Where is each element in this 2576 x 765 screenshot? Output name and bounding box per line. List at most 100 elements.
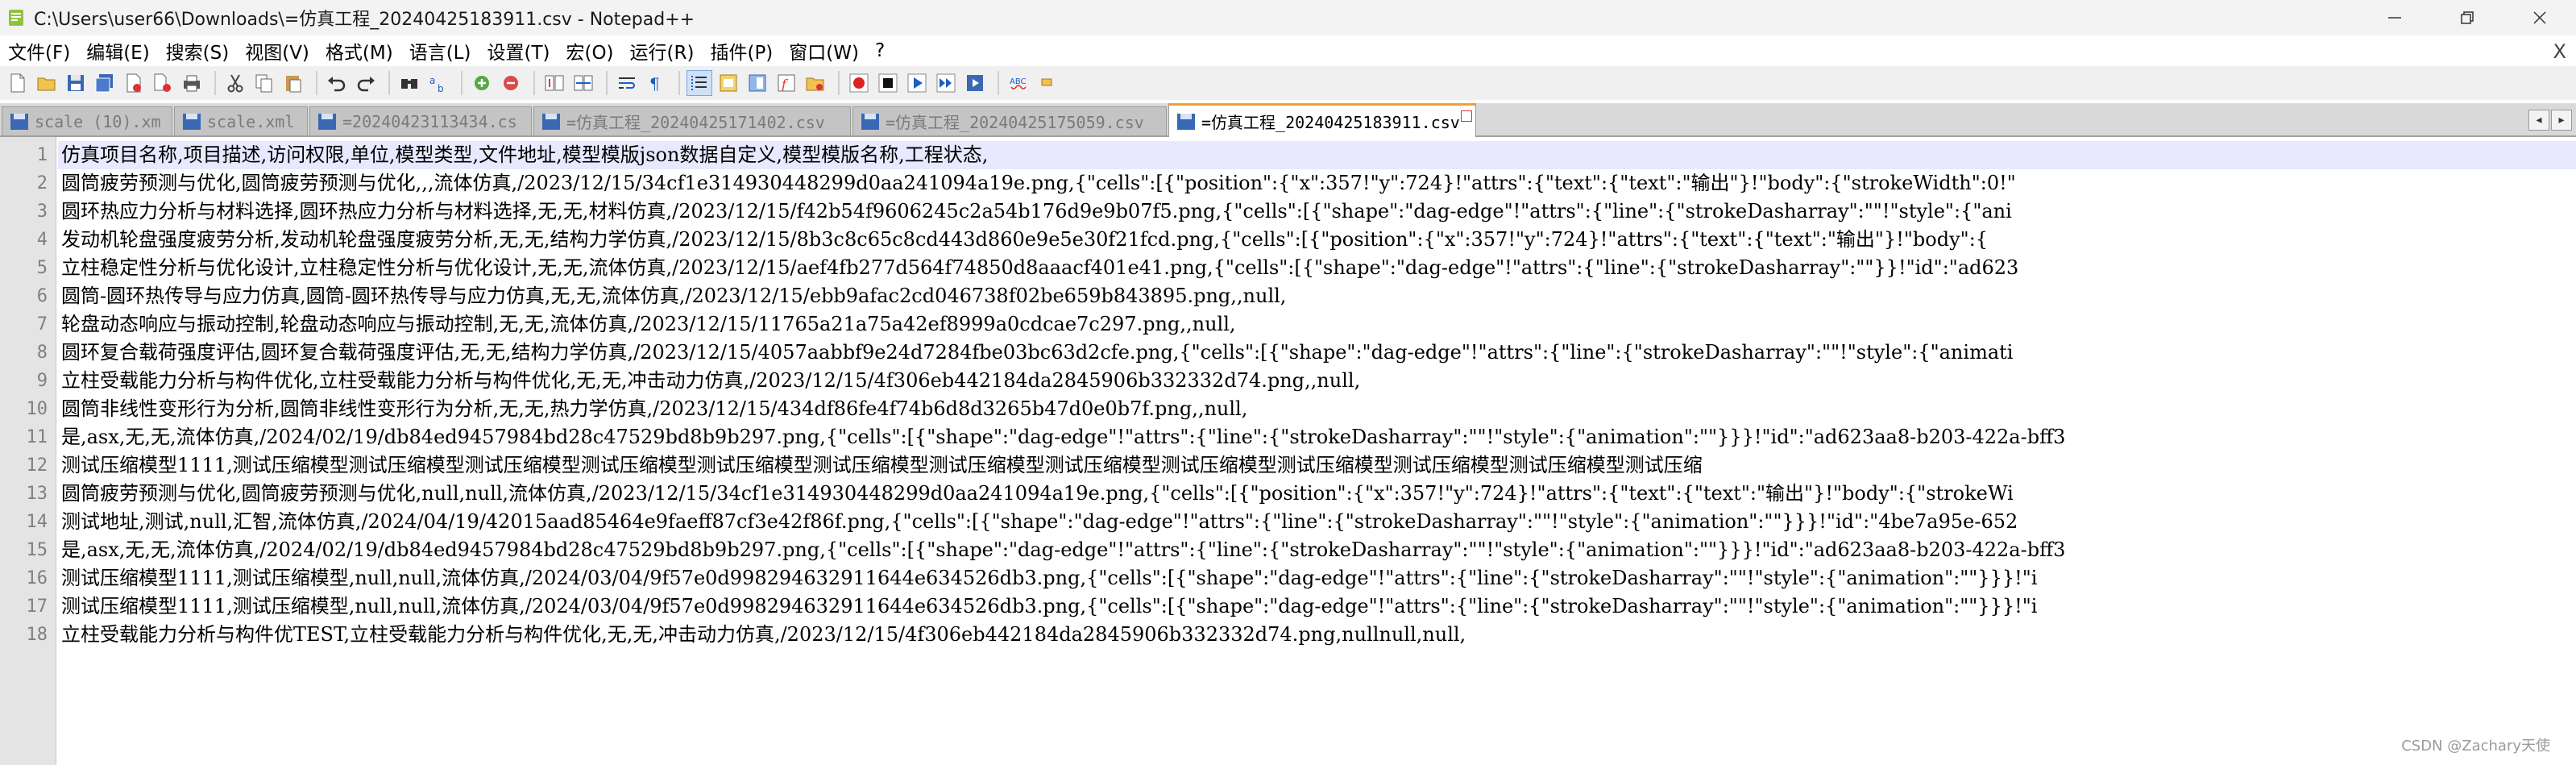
text-line[interactable]: 仿真项目名称,项目描述,访问权限,单位,模型类型,文件地址,模型模版json数据…	[58, 141, 2576, 169]
menu-edit[interactable]: 编辑(E)	[78, 37, 157, 64]
word-wrap-icon[interactable]	[614, 70, 640, 96]
menu-file[interactable]: 文件(F)	[0, 37, 78, 64]
tab-20240423113434[interactable]: =20240423113434.cs	[309, 106, 532, 135]
tab-simulation-175059[interactable]: =仿真工程_20240425175059.csv	[852, 106, 1167, 135]
tab-simulation-183911[interactable]: =仿真工程_20240425183911.csv	[1168, 103, 1476, 137]
tab-bar: scale (10).xm scale.xml =20240423113434.…	[0, 103, 2576, 137]
tab-scale[interactable]: scale.xml	[174, 106, 308, 135]
open-file-icon[interactable]	[34, 70, 60, 96]
line-number: 11	[26, 427, 48, 447]
close-icon	[2533, 11, 2546, 24]
save-all-icon[interactable]	[92, 70, 118, 96]
find-icon[interactable]	[396, 70, 422, 96]
saved-file-icon	[1176, 112, 1197, 131]
editor[interactable]: 1 2 3 4 5 6 7 8 9 10 11 12 13 14 15 16 17 18 仿真项目名称,项目描述,…	[0, 137, 2576, 765]
menu-search[interactable]: 搜索(S)	[158, 37, 238, 64]
udl-icon[interactable]	[716, 70, 741, 96]
tab-scale-10[interactable]: scale (10).xm	[2, 106, 172, 135]
saved-file-icon	[541, 112, 562, 131]
tab-simulation-171402[interactable]: =仿真工程_20240425171402.csv	[533, 106, 851, 135]
save-icon[interactable]	[63, 70, 89, 96]
tab-scroll-left-button[interactable]: ◂	[2528, 110, 2549, 131]
text-line[interactable]: 圆环热应力分析与材料选择,圆环热应力分析与材料选择,无,无,材料仿真,/2023…	[58, 197, 2012, 226]
sync-vertical-icon[interactable]	[541, 70, 567, 96]
close-tab-icon[interactable]	[1461, 110, 1472, 122]
text-line[interactable]: 测试压缩模型1111,测试压缩模型,null,null,流体仿真,/2024/0…	[58, 592, 2037, 621]
watermark: CSDN @Zachary天使	[2401, 738, 2550, 755]
menu-bar: 文件(F) 编辑(E) 搜索(S) 视图(V) 格式(M) 语言(L) 设置(T…	[0, 35, 2576, 66]
restore-button[interactable]	[2431, 0, 2503, 35]
close-all-icon[interactable]	[150, 70, 176, 96]
folder-workspace-icon[interactable]	[803, 70, 828, 96]
save-macro-icon[interactable]	[962, 70, 988, 96]
tab-scroll-right-button[interactable]: ▸	[2551, 110, 2572, 131]
text-line[interactable]: 测试地址,测试,null,汇智,流体仿真,/2024/04/19/42015aa…	[58, 508, 2018, 536]
minimize-icon	[2388, 17, 2401, 19]
line-number: 6	[36, 286, 48, 306]
print-icon[interactable]	[179, 70, 205, 96]
text-line[interactable]: 圆筒疲劳预测与优化,圆筒疲劳预测与优化,,,流体仿真,/2023/12/15/3…	[58, 169, 2016, 197]
text-line[interactable]: 测试压缩模型1111,测试压缩模型测试压缩模型测试压缩模型测试压缩模型测试压缩模…	[58, 451, 1703, 480]
text-line[interactable]: 轮盘动态响应与振动控制,轮盘动态响应与振动控制,无,无,流体仿真,/2023/1…	[58, 310, 1236, 339]
text-line[interactable]: 立柱稳定性分析与优化设计,立柱稳定性分析与优化设计,无,无,流体仿真,/2023…	[58, 254, 2018, 282]
close-document-button[interactable]: X	[2553, 40, 2566, 63]
text-line[interactable]: 圆筒疲劳预测与优化,圆筒疲劳预测与优化,null,null,流体仿真,/2023…	[58, 480, 2014, 508]
menu-language[interactable]: 语言(L)	[401, 37, 479, 64]
text-line[interactable]: 立柱受载能力分析与构件优化,立柱受载能力分析与构件优化,无,无,冲击动力仿真,/…	[58, 367, 1360, 395]
line-number: 12	[26, 455, 48, 476]
doc-map-icon[interactable]	[745, 70, 770, 96]
menu-run[interactable]: 运行(R)	[622, 37, 703, 64]
misc-icon[interactable]	[1035, 70, 1060, 96]
menu-plugins[interactable]: 插件(P)	[702, 37, 781, 64]
text-content[interactable]: 仿真项目名称,项目描述,访问权限,单位,模型类型,文件地址,模型模版json数据…	[58, 137, 2576, 765]
spellcheck-icon[interactable]: ABC	[1006, 70, 1031, 96]
new-file-icon[interactable]	[5, 70, 31, 96]
menu-format[interactable]: 格式(M)	[317, 37, 401, 64]
line-number: 17	[26, 597, 48, 617]
replace-icon[interactable]: ab	[425, 70, 451, 96]
text-line[interactable]: 发动机轮盘强度疲劳分析,发动机轮盘强度疲劳分析,无,无,结构力学仿真,/2023…	[58, 226, 1988, 254]
line-number: 3	[36, 202, 48, 222]
toolbar-separator	[838, 71, 840, 95]
close-window-button[interactable]	[2503, 0, 2576, 35]
text-line[interactable]: 立柱受载能力分析与构件优TEST,立柱受载能力分析与构件优化,无,无,冲击动力仿…	[58, 621, 1466, 649]
close-icon[interactable]	[121, 70, 147, 96]
toolbar-separator	[998, 71, 999, 95]
sync-horizontal-icon[interactable]	[570, 70, 596, 96]
function-list-icon[interactable]: f	[774, 70, 799, 96]
line-number: 2	[36, 173, 48, 193]
minimize-button[interactable]	[2358, 0, 2431, 35]
show-all-chars-icon[interactable]: ¶	[643, 70, 669, 96]
line-number: 18	[26, 625, 48, 645]
stop-record-icon[interactable]	[875, 70, 901, 96]
text-line[interactable]: 圆筒-圆环热传导与应力仿真,圆筒-圆环热传导与应力仿真,无,无,流体仿真,/20…	[58, 282, 1286, 310]
svg-text:b: b	[438, 83, 444, 94]
line-number: 16	[26, 568, 48, 588]
menu-window[interactable]: 窗口(W)	[781, 37, 867, 64]
menu-help[interactable]: ?	[867, 40, 893, 61]
play-macro-icon[interactable]	[904, 70, 930, 96]
zoom-in-icon[interactable]	[469, 70, 495, 96]
tab-label: scale.xml	[207, 111, 295, 131]
zoom-out-icon[interactable]	[498, 70, 524, 96]
svg-text:a: a	[429, 75, 435, 86]
text-line[interactable]: 是,asx,无,无,流体仿真,/2024/02/19/db84ed9457984…	[58, 536, 2065, 564]
menu-settings[interactable]: 设置(T)	[479, 37, 558, 64]
copy-icon[interactable]	[251, 70, 277, 96]
paste-icon[interactable]	[280, 70, 306, 96]
toolbar-separator	[388, 71, 390, 95]
run-multiple-icon[interactable]	[933, 70, 959, 96]
text-line[interactable]: 测试压缩模型1111,测试压缩模型,null,null,流体仿真,/2024/0…	[58, 564, 2037, 592]
window-title: C:\Users\user66\Downloads\=仿真工程_20240425…	[34, 10, 695, 30]
cut-icon[interactable]	[222, 70, 248, 96]
undo-icon[interactable]	[324, 70, 350, 96]
text-line[interactable]: 圆筒非线性变形行为分析,圆筒非线性变形行为分析,无,无,热力学仿真,/2023/…	[58, 395, 1247, 423]
menu-view[interactable]: 视图(V)	[237, 37, 317, 64]
record-macro-icon[interactable]	[846, 70, 872, 96]
menu-macro[interactable]: 宏(O)	[558, 37, 621, 64]
text-line[interactable]: 是,asx,无,无,流体仿真,/2024/02/19/db84ed9457984…	[58, 423, 2065, 451]
text-line[interactable]: 圆环复合载荷强度评估,圆环复合载荷强度评估,无,无,结构力学仿真,/2023/1…	[58, 339, 2013, 367]
indent-guide-icon[interactable]	[687, 70, 712, 96]
line-number: 10	[26, 399, 48, 419]
redo-icon[interactable]	[353, 70, 379, 96]
